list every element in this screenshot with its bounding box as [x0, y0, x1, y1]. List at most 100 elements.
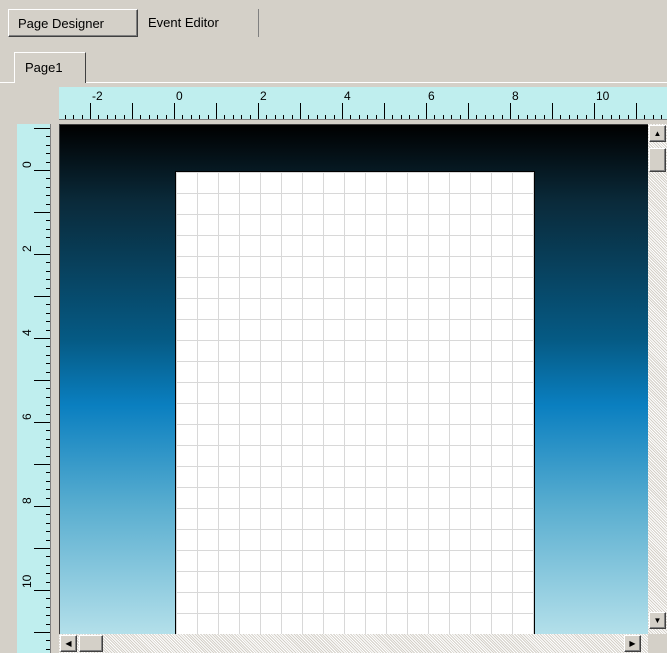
- ruler-tick: [46, 195, 50, 196]
- tab-page1[interactable]: Page1: [14, 52, 86, 83]
- ruler-tick: [46, 573, 50, 574]
- ruler-label: -2: [92, 89, 103, 103]
- ruler-tick: [46, 540, 50, 541]
- ruler-tick: [266, 115, 267, 119]
- ruler-tick: [46, 598, 50, 599]
- scrollbar-corner: [648, 634, 667, 653]
- page-tab-divider: [0, 82, 667, 83]
- ruler-tick: [46, 447, 50, 448]
- ruler-tick: [216, 103, 217, 119]
- tab-page-designer[interactable]: Page Designer: [8, 9, 138, 37]
- ruler-tick: [518, 115, 519, 119]
- ruler-tick: [166, 115, 167, 119]
- ruler-tick: [443, 115, 444, 119]
- ruler-tick: [544, 115, 545, 119]
- ruler-tick: [527, 115, 528, 119]
- arrow-left-icon[interactable]: ◀: [60, 635, 77, 652]
- ruler-tick: [46, 145, 50, 146]
- ruler-tick: [367, 115, 368, 119]
- ruler-tick: [468, 103, 469, 119]
- ruler-tick: [46, 178, 50, 179]
- tab-event-editor[interactable]: Event Editor: [139, 9, 259, 37]
- horizontal-ruler: -2 0 2 4 6 8 10: [59, 87, 667, 120]
- ruler-label: 10: [596, 89, 610, 103]
- ruler-tick: [140, 115, 141, 119]
- ruler-tick: [34, 296, 50, 297]
- ruler-tick: [124, 115, 125, 119]
- ruler-label: 6: [428, 89, 435, 103]
- ruler-tick: [233, 115, 234, 119]
- ruler-tick: [46, 204, 50, 205]
- ruler-tick: [98, 115, 99, 119]
- ruler-tick: [149, 115, 150, 119]
- arrow-down-icon[interactable]: ▼: [649, 612, 666, 629]
- ruler-tick: [46, 414, 50, 415]
- ruler-tick: [34, 422, 50, 423]
- horizontal-scroll-thumb[interactable]: [79, 635, 103, 652]
- ruler-tick: [569, 115, 570, 119]
- ruler-tick: [619, 115, 620, 119]
- ruler-tick: [644, 115, 645, 119]
- ruler-tick: [577, 115, 578, 119]
- ruler-tick: [636, 103, 637, 119]
- arrow-up-icon[interactable]: ▲: [649, 125, 666, 142]
- ruler-tick: [46, 372, 50, 373]
- ruler-tick: [46, 355, 50, 356]
- ruler-tick: [241, 115, 242, 119]
- vertical-scrollbar[interactable]: ▲ ▼: [648, 124, 667, 634]
- ruler-tick: [628, 115, 629, 119]
- ruler-tick: [434, 115, 435, 119]
- ruler-tick: [325, 115, 326, 119]
- ruler-tick: [535, 115, 536, 119]
- ruler-label: 2: [260, 89, 267, 103]
- arrow-right-icon[interactable]: ▶: [624, 635, 641, 652]
- design-canvas[interactable]: [59, 124, 649, 635]
- ruler-tick: [46, 498, 50, 499]
- horizontal-scrollbar[interactable]: ◀ ▶: [59, 634, 648, 653]
- ruler-tick: [46, 640, 50, 641]
- ruler-tick: [107, 115, 108, 119]
- ruler-tick: [46, 136, 50, 137]
- ruler-tick: [46, 271, 50, 272]
- ruler-tick: [334, 115, 335, 119]
- page-sheet[interactable]: [175, 171, 535, 635]
- ruler-tick: [46, 624, 50, 625]
- ruler-tick: [510, 103, 511, 119]
- ruler-tick: [46, 388, 50, 389]
- top-tab-bar: Page Designer Event Editor: [0, 0, 667, 42]
- ruler-tick: [46, 246, 50, 247]
- ruler-tick: [493, 115, 494, 119]
- ruler-tick: [611, 115, 612, 119]
- ruler-label: 4: [20, 329, 34, 336]
- ruler-tick: [46, 262, 50, 263]
- ruler-tick: [46, 456, 50, 457]
- ruler-tick: [250, 115, 251, 119]
- ruler-tick: [34, 212, 50, 213]
- ruler-tick: [65, 115, 66, 119]
- ruler-tick: [376, 115, 377, 119]
- ruler-tick: [46, 162, 50, 163]
- ruler-tick: [46, 321, 50, 322]
- ruler-tick: [73, 115, 74, 119]
- ruler-tick: [46, 439, 50, 440]
- ruler-tick: [208, 115, 209, 119]
- ruler-label: 8: [512, 89, 519, 103]
- ruler-tick: [46, 430, 50, 431]
- ruler-tick: [34, 128, 50, 129]
- ruler-tick: [34, 632, 50, 633]
- ruler-tick: [34, 464, 50, 465]
- ruler-tick: [46, 489, 50, 490]
- ruler-tick: [46, 649, 50, 650]
- ruler-label: 8: [20, 497, 34, 504]
- ruler-tick: [292, 115, 293, 119]
- ruler-tick: [342, 103, 343, 119]
- ruler-label: 0: [20, 161, 34, 168]
- ruler-tick: [46, 187, 50, 188]
- ruler-tick: [224, 115, 225, 119]
- ruler-tick: [46, 607, 50, 608]
- ruler-tick: [485, 115, 486, 119]
- ruler-tick: [46, 330, 50, 331]
- vertical-scroll-thumb[interactable]: [649, 148, 666, 172]
- ruler-tick: [46, 237, 50, 238]
- ruler-tick: [586, 115, 587, 119]
